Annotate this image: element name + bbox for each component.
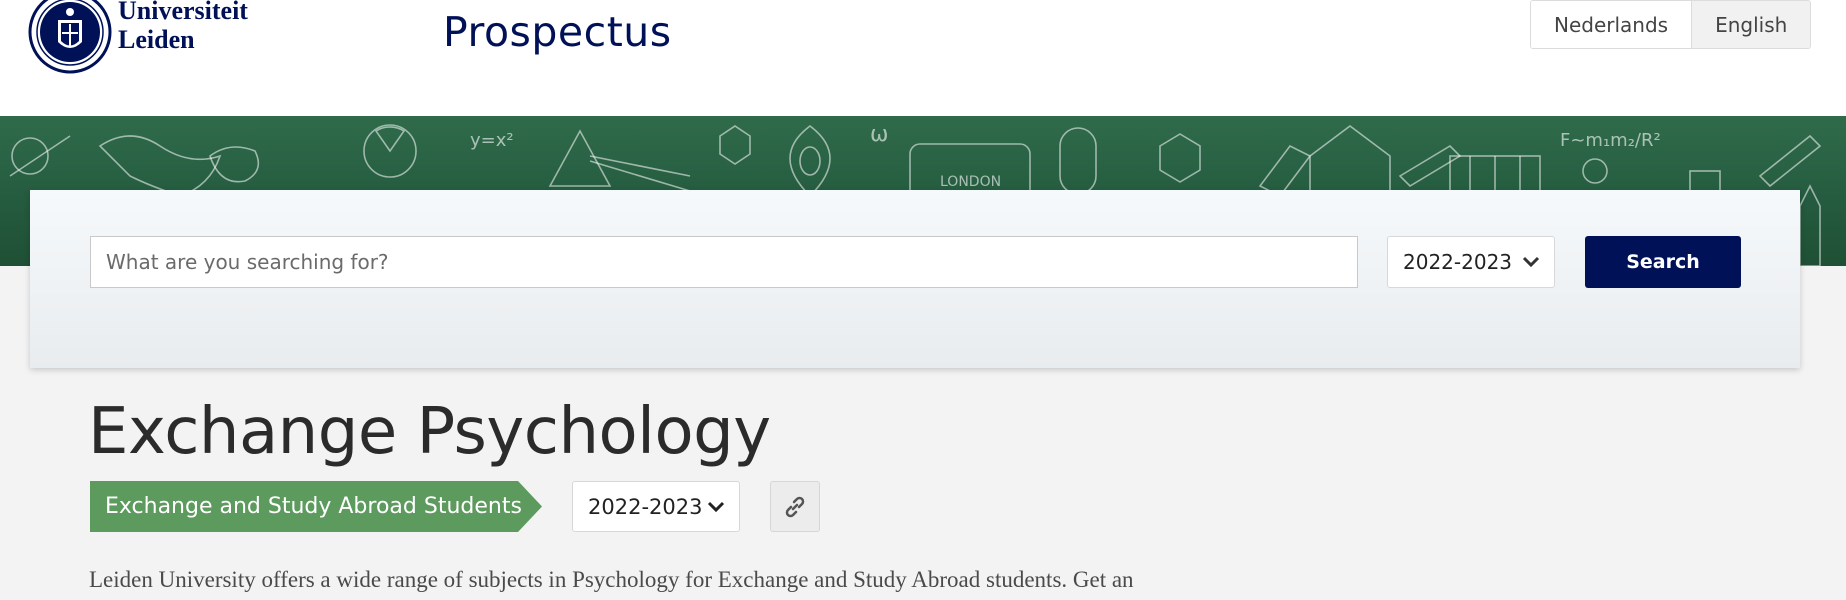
intro-paragraph: Leiden University offers a wide range of… xyxy=(89,567,1134,592)
search-year-select[interactable]: 2022-2023 xyxy=(1387,236,1555,288)
language-switcher: Nederlands English xyxy=(1530,0,1812,49)
svg-text:y=x²: y=x² xyxy=(470,130,514,151)
copy-link-button[interactable] xyxy=(770,481,820,532)
search-year-value: 2022-2023 xyxy=(1403,250,1513,274)
logo-line-2: Leiden xyxy=(118,25,195,54)
category-badge[interactable]: Exchange and Study Abroad Students xyxy=(90,481,542,532)
language-nederlands-button[interactable]: Nederlands xyxy=(1531,1,1692,48)
svg-text:LONDON: LONDON xyxy=(940,174,1001,190)
university-seal-icon xyxy=(28,0,112,74)
search-input[interactable] xyxy=(90,236,1358,288)
svg-text:ω: ω xyxy=(870,122,888,147)
logo-line-1: Universiteit xyxy=(118,0,248,25)
search-panel: 2022-2023 Search xyxy=(30,190,1800,368)
page-title: Exchange Psychology xyxy=(88,395,771,469)
site-header: Universiteit Leiden Prospectus Nederland… xyxy=(0,0,1846,116)
site-title[interactable]: Prospectus xyxy=(443,8,672,56)
chevron-down-icon xyxy=(707,501,725,512)
link-icon xyxy=(785,496,805,517)
university-logo[interactable]: Universiteit Leiden xyxy=(28,0,248,80)
chevron-down-icon xyxy=(1522,256,1540,268)
svg-text:F~m₁m₂/R²: F~m₁m₂/R² xyxy=(1560,130,1661,151)
academic-year-value: 2022-2023 xyxy=(588,494,703,519)
search-button[interactable]: Search xyxy=(1585,236,1741,288)
language-english-button[interactable]: English xyxy=(1691,1,1811,48)
academic-year-select[interactable]: 2022-2023 xyxy=(572,481,740,532)
